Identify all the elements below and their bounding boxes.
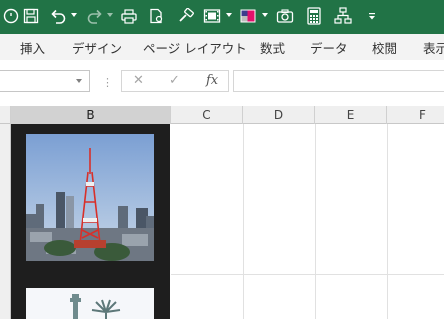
select-all-corner[interactable]	[0, 106, 11, 124]
redo-icon[interactable]	[85, 5, 105, 27]
photo-icon	[26, 288, 154, 319]
formula-bar-splitter-icon[interactable]: ⋮	[102, 76, 113, 89]
autosave-icon[interactable]	[3, 5, 19, 27]
camera-icon[interactable]	[275, 5, 295, 27]
column-header-row: B C D E F	[0, 106, 444, 124]
ribbon-tab-bar: 挿入 デザイン ページ レイアウト 数式 データ 校閲 表示	[0, 34, 444, 61]
undo-icon[interactable]	[48, 5, 68, 27]
photo-icon	[26, 134, 154, 261]
name-box-dropdown-icon[interactable]	[76, 79, 82, 83]
tab-formulas[interactable]: 数式	[260, 38, 285, 57]
filmstrip-icon[interactable]	[202, 5, 222, 27]
org-chart-icon[interactable]	[333, 5, 353, 27]
column-header-e[interactable]: E	[315, 106, 387, 124]
save-icon[interactable]	[21, 5, 41, 27]
insert-function-button[interactable]: fx	[206, 73, 218, 88]
formula-buttons: ✕ ✓ fx	[121, 70, 229, 92]
print-preview-icon[interactable]	[148, 5, 166, 27]
column-header-d[interactable]: D	[243, 106, 315, 124]
quick-print-icon[interactable]	[119, 5, 139, 27]
quick-access-toolbar	[0, 0, 444, 34]
cell-grid[interactable]	[171, 124, 444, 319]
customize-toolbar-icon[interactable]	[366, 5, 378, 27]
tab-insert[interactable]: 挿入	[20, 38, 45, 57]
tokyo-tower-photo[interactable]	[26, 134, 154, 261]
formula-bar-area: ⋮ ✕ ✓ fx	[0, 60, 444, 106]
undo-dropdown-icon[interactable]	[71, 13, 77, 17]
name-box[interactable]	[0, 70, 90, 92]
filmstrip-dropdown-icon[interactable]	[226, 13, 232, 17]
tab-view[interactable]: 表示	[423, 38, 444, 57]
calculator-icon[interactable]	[305, 5, 323, 27]
column-header-b[interactable]: B	[11, 106, 171, 124]
row-header-column[interactable]	[0, 124, 11, 319]
tab-data[interactable]: データ	[310, 38, 348, 57]
tab-design[interactable]: デザイン	[72, 38, 122, 57]
tab-page-layout[interactable]: ページ レイアウト	[143, 38, 247, 57]
column-header-c[interactable]: C	[171, 106, 243, 124]
redo-dropdown-icon[interactable]	[107, 13, 113, 17]
color-swatch-icon[interactable]	[238, 5, 258, 27]
enter-entry-button[interactable]: ✓	[169, 73, 180, 88]
formula-input[interactable]	[233, 70, 444, 92]
format-painter-icon[interactable]	[176, 5, 196, 27]
statue-of-liberty-photo[interactable]	[26, 288, 154, 319]
tab-review[interactable]: 校閲	[372, 38, 397, 57]
color-swatch-dropdown-icon[interactable]	[262, 13, 268, 17]
column-header-f[interactable]: F	[387, 106, 444, 124]
cancel-entry-button[interactable]: ✕	[133, 73, 144, 88]
